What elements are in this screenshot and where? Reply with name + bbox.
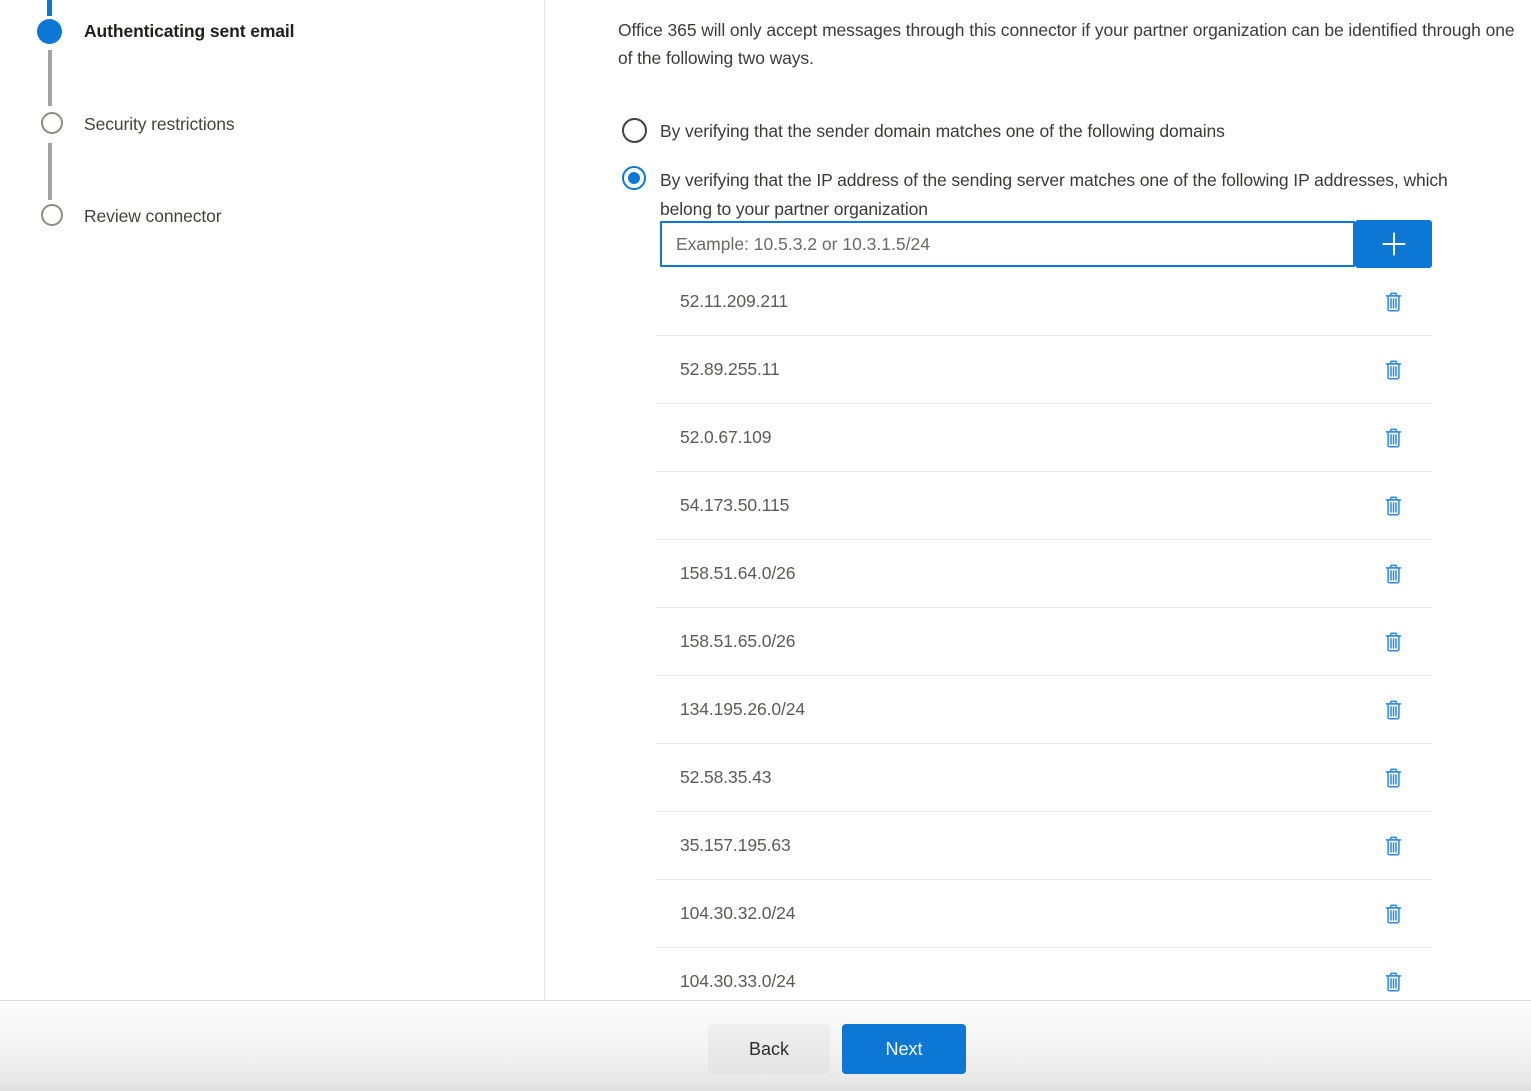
- trash-icon: [1383, 902, 1404, 926]
- ip-address-value: 52.89.255.11: [680, 359, 780, 380]
- radio-sender-domain-label[interactable]: By verifying that the sender domain matc…: [660, 121, 1490, 142]
- trash-icon: [1383, 426, 1404, 450]
- ip-list-row: 104.30.33.0/24: [656, 948, 1432, 1000]
- delete-ip-button[interactable]: [1378, 286, 1408, 318]
- next-button[interactable]: Next: [842, 1024, 966, 1074]
- connector-wizard-page: Authenticating sent email Security restr…: [0, 0, 1531, 1091]
- panel-description: Office 365 will only accept messages thr…: [618, 16, 1524, 72]
- ip-address-value: 158.51.64.0/26: [680, 563, 795, 584]
- step-active-circle-icon: [37, 19, 62, 44]
- delete-ip-button[interactable]: [1378, 762, 1408, 794]
- delete-ip-button[interactable]: [1378, 354, 1408, 386]
- stepper-item-review-connector[interactable]: Review connector: [84, 206, 222, 227]
- radio-ip-address-label[interactable]: By verifying that the IP address of the …: [660, 166, 1492, 223]
- delete-ip-button[interactable]: [1378, 694, 1408, 726]
- add-ip-button[interactable]: [1355, 220, 1432, 268]
- ip-list-row: 134.195.26.0/24: [656, 676, 1432, 744]
- stepper-connector-line: [48, 143, 52, 200]
- ip-address-list: 52.11.209.211 52.89.255.11: [656, 268, 1432, 1000]
- stepper-item-authenticating-sent-email[interactable]: Authenticating sent email: [84, 21, 294, 42]
- ip-list-row: 52.0.67.109: [656, 404, 1432, 472]
- wizard-stepper: Authenticating sent email Security restr…: [0, 0, 545, 1001]
- delete-ip-button[interactable]: [1378, 830, 1408, 862]
- ip-list-row: 52.89.255.11: [656, 336, 1432, 404]
- trash-icon: [1383, 494, 1404, 518]
- ip-address-value: 104.30.33.0/24: [680, 971, 795, 992]
- trash-icon: [1383, 766, 1404, 790]
- trash-icon: [1383, 290, 1404, 314]
- delete-ip-button[interactable]: [1378, 422, 1408, 454]
- ip-list-row: 54.173.50.115: [656, 472, 1432, 540]
- stepper-completed-line: [47, 0, 52, 16]
- trash-icon: [1383, 630, 1404, 654]
- ip-list-row: 35.157.195.63: [656, 812, 1432, 880]
- ip-address-value: 54.173.50.115: [680, 495, 789, 516]
- delete-ip-button[interactable]: [1378, 898, 1408, 930]
- trash-icon: [1383, 698, 1404, 722]
- radio-selected-dot-icon: [628, 172, 640, 184]
- radio-sender-domain[interactable]: [622, 118, 647, 143]
- ip-list-row: 158.51.65.0/26: [656, 608, 1432, 676]
- wizard-footer: Back Next: [0, 1000, 1531, 1091]
- radio-ip-address[interactable]: [622, 166, 646, 190]
- delete-ip-button[interactable]: [1378, 490, 1408, 522]
- ip-address-input[interactable]: [660, 221, 1355, 267]
- step-circle-icon: [41, 204, 63, 226]
- stepper-item-security-restrictions[interactable]: Security restrictions: [84, 114, 235, 135]
- step-circle-icon: [41, 112, 63, 134]
- ip-address-value: 52.0.67.109: [680, 427, 771, 448]
- ip-address-value: 52.11.209.211: [680, 291, 788, 312]
- ip-list-row: 158.51.64.0/26: [656, 540, 1432, 608]
- ip-list-row: 52.11.209.211: [656, 268, 1432, 336]
- ip-list-row: 52.58.35.43: [656, 744, 1432, 812]
- delete-ip-button[interactable]: [1378, 626, 1408, 658]
- trash-icon: [1383, 562, 1404, 586]
- ip-address-value: 158.51.65.0/26: [680, 631, 795, 652]
- stepper-connector-line: [48, 50, 52, 106]
- back-button[interactable]: Back: [708, 1024, 830, 1074]
- trash-icon: [1383, 970, 1404, 994]
- trash-icon: [1383, 834, 1404, 858]
- plus-icon: [1379, 229, 1409, 259]
- ip-list-row: 104.30.32.0/24: [656, 880, 1432, 948]
- ip-address-value: 35.157.195.63: [680, 835, 791, 856]
- ip-address-value: 104.30.32.0/24: [680, 903, 795, 924]
- delete-ip-button[interactable]: [1378, 558, 1408, 590]
- trash-icon: [1383, 358, 1404, 382]
- ip-address-value: 134.195.26.0/24: [680, 699, 805, 720]
- delete-ip-button[interactable]: [1378, 966, 1408, 998]
- ip-address-value: 52.58.35.43: [680, 767, 771, 788]
